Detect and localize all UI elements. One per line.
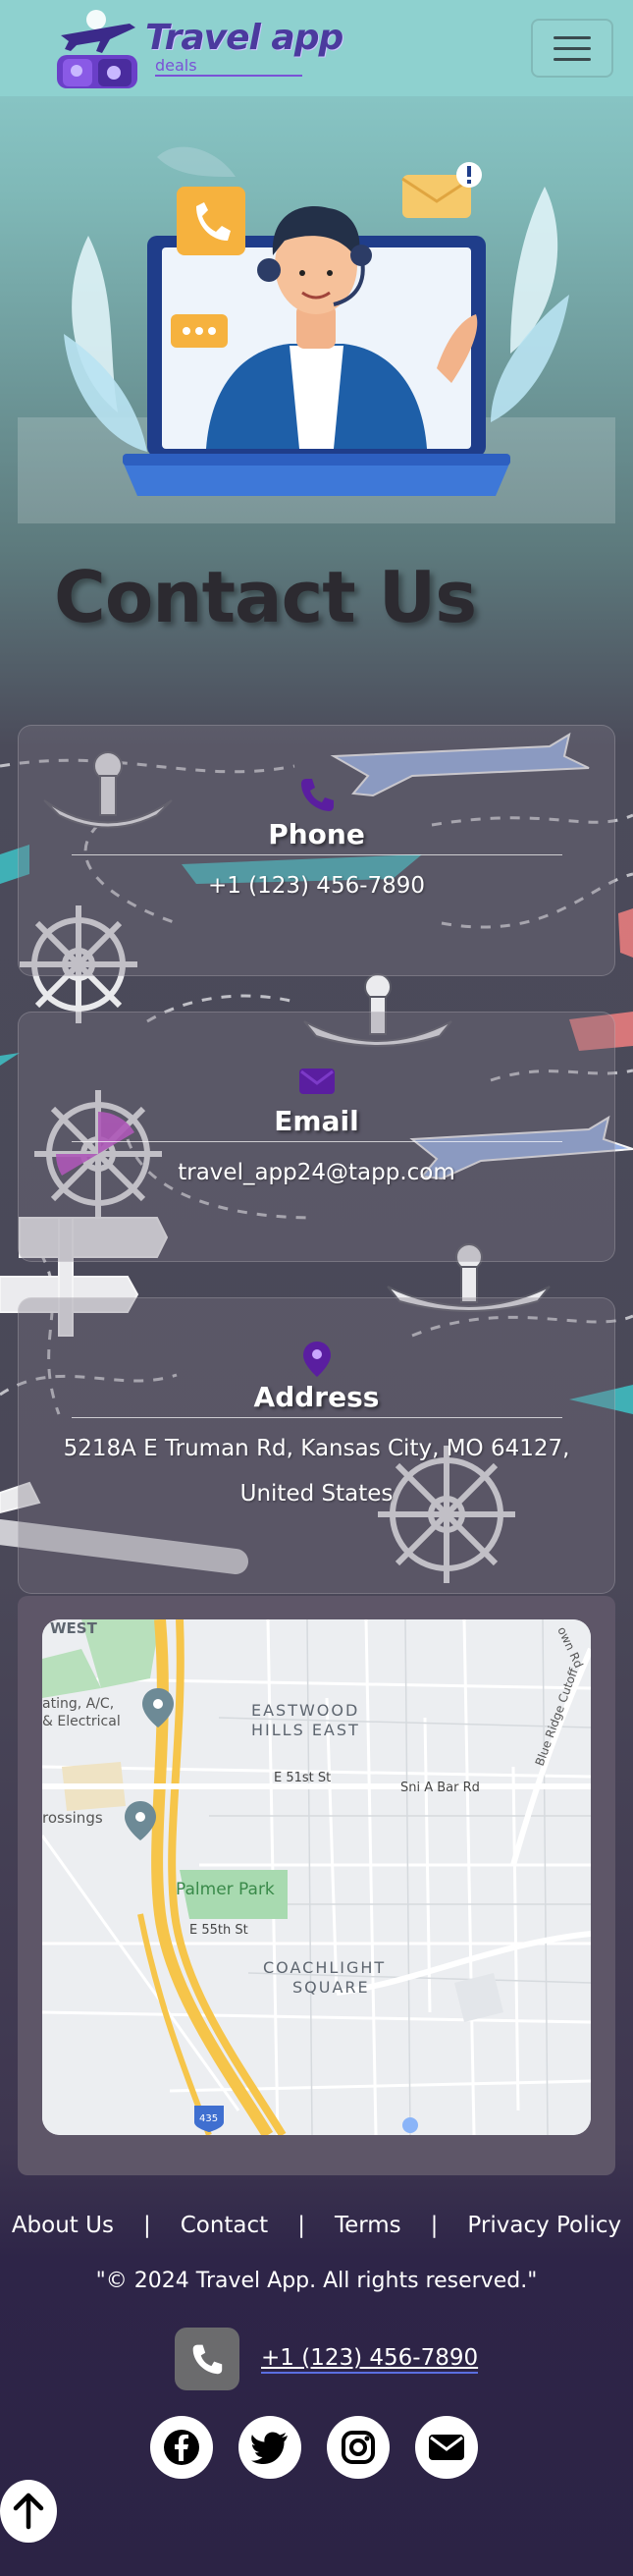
map-label-hills-east: HILLS EAST — [251, 1721, 360, 1739]
phone-title: Phone — [268, 818, 365, 850]
footer-links: About Us | Contact | Terms | Privacy Pol… — [0, 2208, 633, 2243]
arrow-up-icon — [13, 2493, 44, 2530]
footer-phone: +1 (123) 456-7890 — [175, 2328, 479, 2390]
travel-app-logo — [57, 10, 137, 88]
map-canvas[interactable]: WEST ating, A/C, & Electrical EASTWOOD H… — [42, 1619, 591, 2135]
divider — [71, 1417, 562, 1418]
phone-icon — [298, 775, 336, 814]
address-card: Address 5218A E Truman Rd, Kansas City, … — [18, 1297, 615, 1594]
separator: | — [142, 2213, 151, 2238]
map-label-palmer-park: Palmer Park — [176, 1880, 275, 1899]
twitter-icon[interactable] — [238, 2416, 301, 2479]
map-label-e51st: E 51st St — [274, 1771, 331, 1785]
separator: | — [297, 2213, 305, 2238]
footer-link-contact[interactable]: Contact — [181, 2213, 268, 2238]
divider — [71, 1141, 562, 1142]
map-card: WEST ating, A/C, & Electrical EASTWOOD H… — [18, 1596, 615, 2175]
social-links — [147, 2416, 481, 2479]
footer-link-privacy[interactable]: Privacy Policy — [467, 2213, 621, 2238]
email-card: Email travel_app24@tapp.com — [18, 1012, 615, 1262]
page-title: Contact Us — [54, 556, 477, 638]
brand-subtitle: deals — [155, 57, 302, 77]
phone-icon — [175, 2328, 239, 2390]
map-pin-icon — [302, 1342, 332, 1377]
divider — [71, 854, 562, 855]
map-label-e55th: E 55th St — [189, 1923, 248, 1938]
envelope-icon[interactable] — [415, 2416, 478, 2479]
brand-title: Travel app — [145, 18, 343, 58]
separator: | — [430, 2213, 439, 2238]
footer-link-about[interactable]: About Us — [12, 2213, 114, 2238]
address-title: Address — [253, 1381, 380, 1413]
envelope-icon — [298, 1062, 336, 1101]
instagram-icon[interactable] — [327, 2416, 390, 2479]
navbar: Travel app deals — [0, 0, 633, 96]
map-label-ac1: ating, A/C, — [42, 1696, 114, 1712]
map-label-sni-a-bar: Sni A Bar Rd — [400, 1781, 480, 1795]
customer-support-illustration — [64, 146, 569, 496]
map-label-coachlight: COACHLIGHT — [263, 1958, 386, 1977]
map-label-ac2: & Electrical — [42, 1714, 121, 1729]
phone-card: Phone +1 (123) 456-7890 — [18, 725, 615, 976]
email-address[interactable]: travel_app24@tapp.com — [178, 1150, 455, 1195]
email-title: Email — [274, 1105, 359, 1137]
map-label-west: WEST — [50, 1619, 98, 1637]
map-label-square: SQUARE — [292, 1978, 370, 1997]
phone-number[interactable]: +1 (123) 456-7890 — [208, 863, 425, 908]
navbar-toggle-button[interactable] — [531, 19, 613, 78]
map-label-crossings: rossings — [42, 1809, 103, 1827]
footer-link-terms[interactable]: Terms — [335, 2213, 401, 2238]
back-to-top-button[interactable] — [0, 2480, 57, 2543]
copyright: "© 2024 Travel App. All rights reserved.… — [95, 2269, 538, 2293]
hamburger-menu-icon — [554, 35, 591, 39]
map-label-hwy: 435 — [199, 2113, 218, 2124]
facebook-icon[interactable] — [150, 2416, 213, 2479]
map-label-eastwood: EASTWOOD — [251, 1701, 359, 1720]
brand[interactable]: Travel app deals — [51, 6, 343, 90]
embedded-map[interactable]: WEST ating, A/C, & Electrical EASTWOOD H… — [42, 1619, 591, 2135]
address-text: 5218A E Truman Rd, Kansas City, MO 64127… — [63, 1436, 570, 1507]
footer-phone-link[interactable]: +1 (123) 456-7890 — [261, 2344, 479, 2374]
